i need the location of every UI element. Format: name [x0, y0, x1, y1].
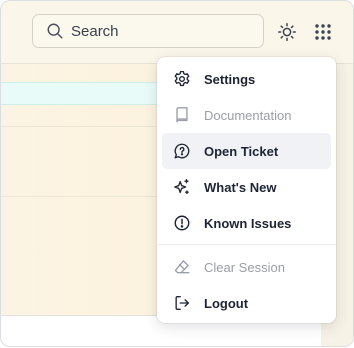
- search-box[interactable]: Search: [32, 14, 264, 48]
- user-dropdown-menu: Settings Documentation Open Ticket What'…: [157, 57, 336, 323]
- menu-item-label: Clear Session: [204, 259, 285, 275]
- menu-item-logout[interactable]: Logout: [162, 285, 331, 321]
- menu-item-documentation[interactable]: Documentation: [162, 97, 331, 133]
- search-icon: [46, 22, 64, 40]
- menu-item-label: Documentation: [204, 107, 292, 123]
- menu-item-label: Logout: [204, 295, 249, 311]
- menu-item-label: Settings: [204, 71, 256, 87]
- book-icon: [173, 106, 191, 124]
- search-placeholder: Search: [71, 22, 119, 40]
- help-ticket-icon: [173, 142, 191, 160]
- menu-item-label: What's New: [204, 179, 277, 195]
- menu-item-clear-session[interactable]: Clear Session: [162, 249, 331, 285]
- alert-circle-icon: [173, 214, 191, 232]
- menu-separator: [157, 244, 336, 245]
- menu-item-open-ticket[interactable]: Open Ticket: [162, 133, 331, 169]
- theme-toggle-button[interactable]: [274, 19, 300, 45]
- menu-item-label: Known Issues: [204, 215, 292, 231]
- menu-item-settings[interactable]: Settings: [162, 61, 331, 97]
- logout-icon: [173, 294, 191, 312]
- menu-item-whats-new[interactable]: What's New: [162, 169, 331, 205]
- menu-item-known-issues[interactable]: Known Issues: [162, 205, 331, 241]
- top-bar: Search: [1, 1, 353, 64]
- eraser-icon: [173, 258, 191, 276]
- sparkles-icon: [173, 178, 191, 196]
- grid-icon: [313, 22, 333, 42]
- app-window: Search Settings Documentation Open Ticke…: [0, 0, 354, 347]
- apps-grid-button[interactable]: [310, 19, 336, 45]
- sun-icon: [277, 22, 297, 42]
- gear-icon: [173, 70, 191, 88]
- menu-item-label: Open Ticket: [204, 143, 279, 159]
